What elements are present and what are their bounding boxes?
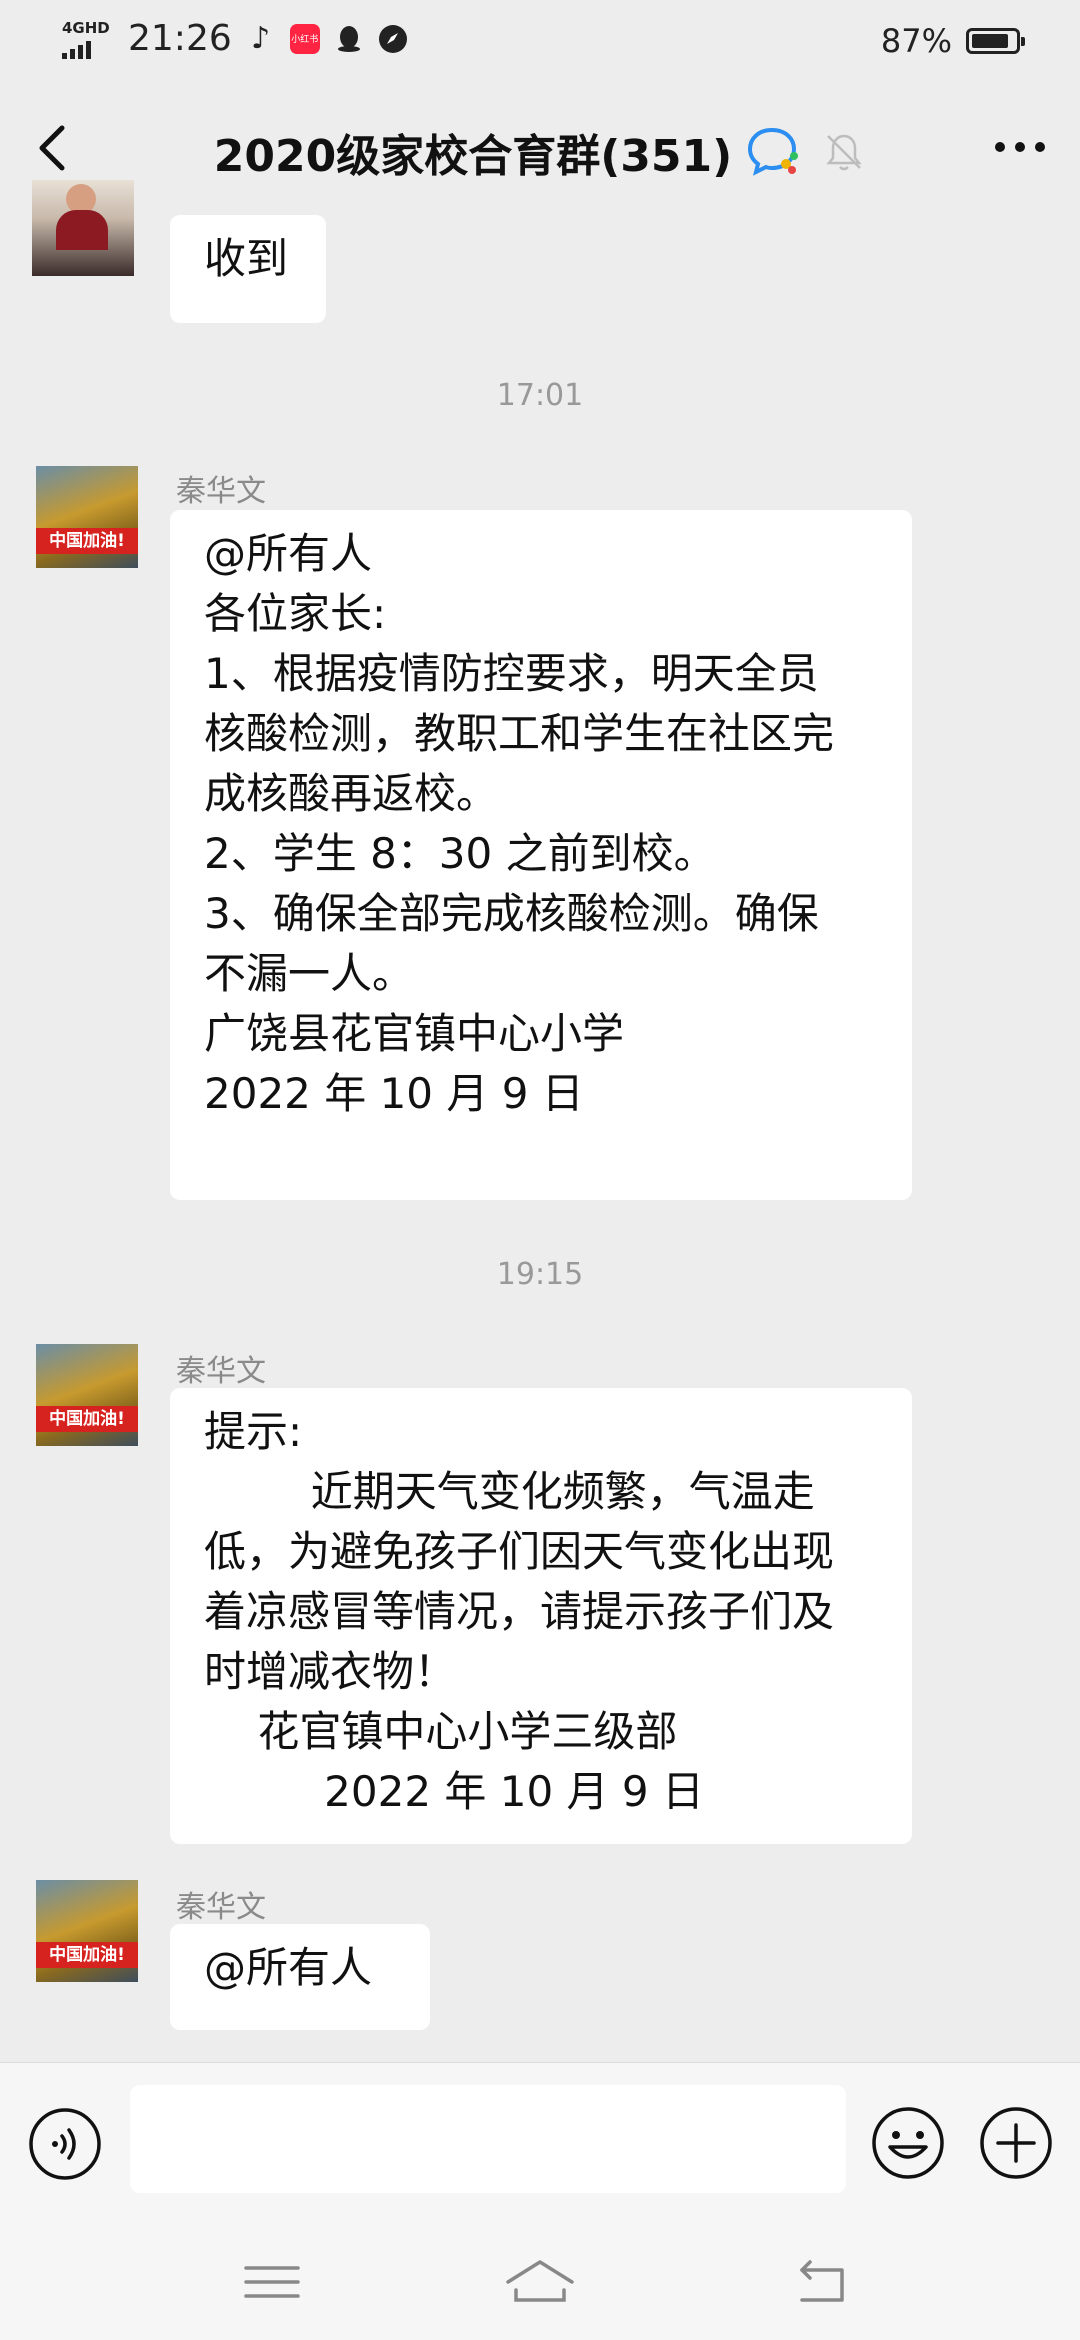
message-line: 成核酸再返校。 bbox=[204, 769, 499, 818]
sender-name: 秦华文 bbox=[176, 1890, 266, 1925]
message-line: 广饶县花官镇中心小学 bbox=[204, 1009, 625, 1058]
chat-header: 2020级家校合育群(351) bbox=[0, 84, 1080, 214]
message-line: 2022 年 10 月 9 日 bbox=[204, 1767, 704, 1816]
compass-icon bbox=[378, 24, 408, 54]
message-line: 花官镇中心小学三级部 bbox=[204, 1707, 678, 1756]
message-line: @所有人 bbox=[204, 1943, 373, 1992]
message-line: 2022 年 10 月 9 日 bbox=[204, 1069, 584, 1118]
message-input[interactable] bbox=[130, 2085, 846, 2193]
message-line: 核酸检测，教职工和学生在社区完 bbox=[204, 709, 835, 758]
message-line: 2、学生 8：30 之前到校。 bbox=[204, 829, 716, 878]
message-bubble[interactable]: @所有人 bbox=[170, 1924, 430, 2030]
message-line: 不漏一人。 bbox=[204, 949, 415, 998]
chat-title: 2020级家校合育群(351) bbox=[213, 131, 733, 182]
message-bubble[interactable]: 收到 bbox=[170, 215, 326, 323]
network-indicator: 4GHD bbox=[62, 19, 120, 59]
home-icon[interactable] bbox=[500, 2252, 580, 2312]
tiktok-icon: ♪ bbox=[251, 21, 271, 56]
message-line: 3、确保全部完成核酸检测。确保 bbox=[204, 889, 819, 938]
timestamp: 17:01 bbox=[496, 378, 584, 413]
message-line: 各位家长: bbox=[204, 589, 387, 638]
mute-bell-icon bbox=[826, 134, 862, 171]
network-type: 4GHD bbox=[62, 18, 110, 37]
status-bar: 4GHD 21:26 ♪ 小红书 87% bbox=[0, 0, 1080, 84]
system-nav-bar bbox=[0, 2224, 1080, 2340]
message-text: 收到 bbox=[204, 234, 289, 283]
battery-percentage: 87% bbox=[880, 22, 952, 60]
more-options-icon[interactable] bbox=[990, 132, 1050, 162]
status-time: 21:26 bbox=[128, 18, 232, 59]
emoji-icon[interactable] bbox=[870, 2105, 946, 2181]
plus-icon[interactable] bbox=[978, 2105, 1054, 2181]
avatar[interactable]: 中国加油! bbox=[36, 1344, 138, 1446]
message-line: 提示: bbox=[204, 1407, 303, 1456]
message-line: 低，为避免孩子们因天气变化出现 bbox=[204, 1527, 835, 1576]
group-chat-icon bbox=[748, 127, 799, 176]
signal-icon bbox=[62, 39, 120, 59]
message-line: 时增减衣物！ bbox=[204, 1647, 457, 1696]
avatar[interactable] bbox=[32, 180, 134, 276]
battery-icon bbox=[966, 28, 1025, 54]
menu-icon[interactable] bbox=[232, 2252, 312, 2312]
back-icon[interactable] bbox=[782, 2252, 862, 2312]
timestamp: 19:15 bbox=[496, 1257, 584, 1292]
avatar[interactable]: 中国加油! bbox=[36, 466, 138, 568]
qq-icon bbox=[334, 24, 364, 54]
input-bar bbox=[0, 2062, 1080, 2225]
message-bubble[interactable]: 提示: 近期天气变化频繁，气温走 低，为避免孩子们因天气变化出现 着凉感冒等情况，请… bbox=[170, 1388, 912, 1844]
sender-name: 秦华文 bbox=[176, 1354, 266, 1389]
message-line: 1、根据疫情防控要求，明天全员 bbox=[204, 649, 819, 698]
message-line: 着凉感冒等情况，请提示孩子们及 bbox=[204, 1587, 835, 1636]
message-bubble[interactable]: @所有人各位家长: 1、根据疫情防控要求，明天全员 核酸检测，教职工和学生在社区完成… bbox=[170, 510, 912, 1200]
message-line: 近期天气变化频繁，气温走 bbox=[204, 1467, 815, 1516]
message-line: @所有人 bbox=[204, 529, 373, 578]
sender-name: 秦华文 bbox=[176, 474, 266, 509]
voice-icon[interactable] bbox=[28, 2107, 102, 2181]
avatar[interactable]: 中国加油! bbox=[36, 1880, 138, 1982]
xiaohongshu-icon: 小红书 bbox=[289, 23, 320, 54]
